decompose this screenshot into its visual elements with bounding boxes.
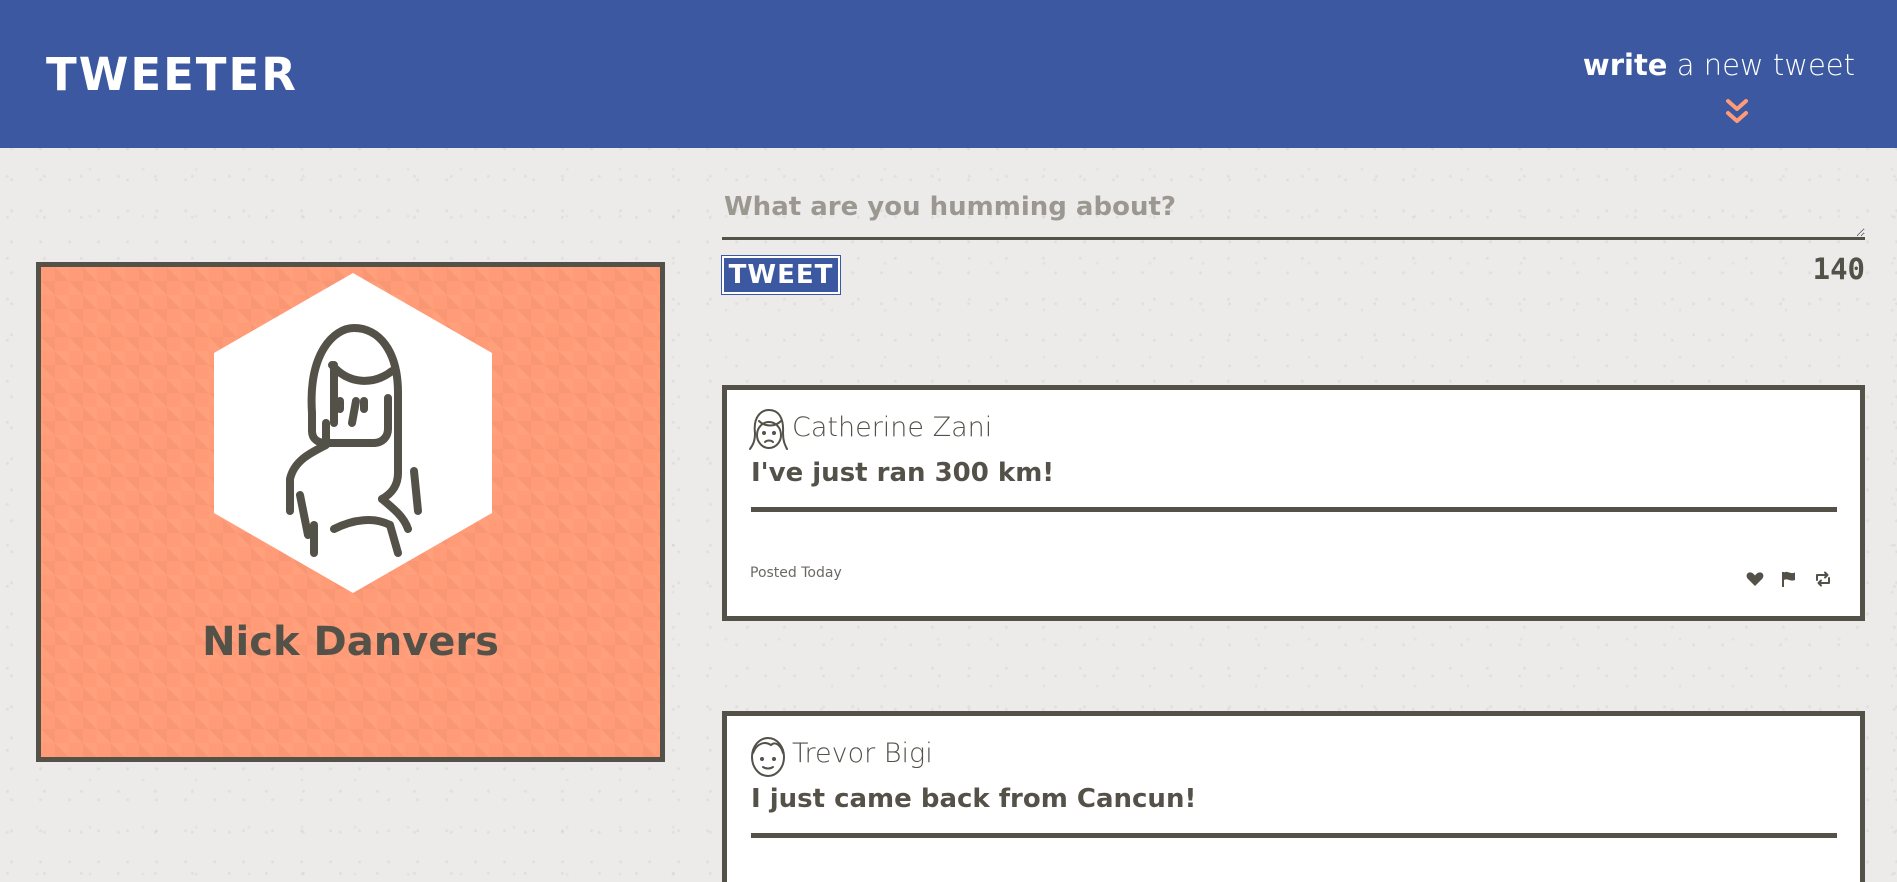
profile-card: Nick Danvers: [36, 262, 665, 762]
tweet-content: I've just ran 300 km!: [751, 458, 1055, 488]
tweet-button[interactable]: TWEET: [721, 255, 841, 295]
tweet-author[interactable]: Trevor Bigi: [792, 738, 933, 769]
brand-logo[interactable]: TWEETER: [46, 48, 298, 101]
compose-label-rest: a new tweet: [1667, 48, 1855, 82]
tweet-input[interactable]: [722, 186, 1865, 240]
boy-avatar-icon: [751, 737, 785, 777]
girl-avatar-icon: [214, 273, 492, 593]
heart-icon[interactable]: [1746, 570, 1764, 588]
compose-label-bold: write: [1582, 48, 1668, 82]
tweet-divider: [751, 833, 1837, 838]
tweet-author[interactable]: Catherine Zani: [792, 412, 992, 443]
profile-name: Nick Danvers: [202, 619, 499, 665]
girl-avatar-icon: [749, 408, 788, 450]
top-navbar: TWEETER write a new tweet: [0, 0, 1897, 148]
tweet-card: Catherine Zani I've just ran 300 km! Pos…: [722, 385, 1865, 621]
tweet-timestamp: Posted Today: [750, 565, 842, 581]
flag-icon[interactable]: [1780, 570, 1798, 588]
new-tweet-form: TWEET 140: [721, 186, 1865, 295]
tweet-content: I just came back from Cancun!: [751, 784, 1197, 814]
double-chevron-down-icon[interactable]: [1725, 98, 1749, 128]
tweet-actions: [1746, 570, 1832, 588]
tweet-divider: [751, 507, 1837, 512]
char-counter: 140: [1812, 252, 1865, 286]
compose-toggle[interactable]: write a new tweet: [1583, 48, 1855, 82]
tweet-card: Trevor Bigi I just came back from Cancun…: [722, 711, 1865, 882]
retweet-icon[interactable]: [1814, 570, 1832, 588]
